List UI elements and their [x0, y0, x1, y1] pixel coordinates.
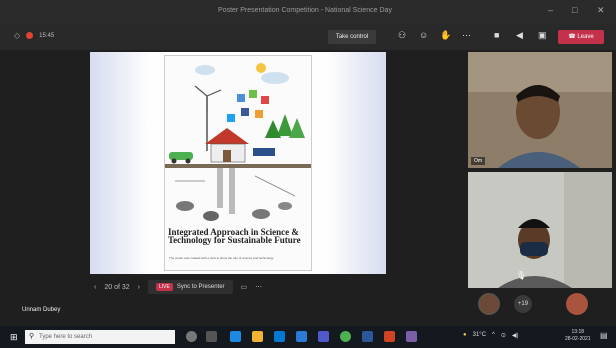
avatar[interactable] [478, 293, 500, 315]
share-screen-icon[interactable]: ▣ [538, 30, 547, 41]
chat-icon[interactable]: ☺ [419, 30, 428, 40]
app-icon[interactable] [406, 331, 417, 342]
leave-label: Leave [577, 34, 594, 40]
meeting-toolbar: ◇ 15:45 [0, 24, 616, 50]
more-options-icon[interactable]: ⋯ [255, 283, 262, 291]
camera-icon[interactable]: ■ [494, 30, 499, 40]
participant-1-name: Om [471, 157, 486, 165]
poster-title: Integrated Approach in Science & Technol… [168, 227, 301, 245]
title-bar: Poster Presentation Competition - Nation… [0, 0, 616, 24]
taskbar-clock[interactable]: 13:18 28-02-2021 [565, 329, 591, 343]
presenter-name: Unnam Dubey [22, 307, 61, 313]
participant-video-1[interactable]: Om [468, 52, 612, 168]
fullscreen-icon[interactable]: ▭ [241, 283, 248, 291]
search-icon: ⚲ [29, 333, 35, 340]
participant-avatars: +19 [476, 293, 616, 323]
sync-to-presenter-button[interactable]: LIVE Sync to Presenter [148, 280, 233, 294]
chrome-icon[interactable] [340, 331, 351, 342]
maximize-icon[interactable]: □ [572, 5, 577, 15]
volume-icon[interactable]: ◀) [512, 332, 519, 339]
previous-slide-icon[interactable]: ‹ [94, 284, 96, 291]
raise-hand-icon[interactable]: ✋ [440, 30, 451, 41]
participant-video-2[interactable]: 🎙 [468, 172, 612, 288]
clock-time: 13:18 [571, 329, 585, 335]
minimize-icon[interactable]: – [548, 5, 553, 15]
powerpoint-icon[interactable] [384, 331, 395, 342]
file-explorer-icon[interactable] [252, 331, 263, 342]
system-tray: ● 31°C ^ ⊙ ◀) [463, 332, 519, 339]
participants-icon[interactable]: ⚇ [398, 30, 406, 41]
slide-navigation: ‹ 20 of 32 › LIVE Sync to Presenter ▭ ⋯ [94, 280, 262, 294]
windows-start-icon[interactable]: ⊞ [10, 332, 18, 343]
poster-subtitle: The poster was created with a view to sh… [169, 256, 275, 260]
microphone-icon[interactable]: ◀ [516, 30, 523, 41]
slide-counter: 20 of 32 [104, 283, 130, 291]
store-icon[interactable] [274, 331, 285, 342]
task-view-icon[interactable] [206, 331, 217, 342]
avatar[interactable] [566, 293, 588, 315]
leave-button[interactable]: ☎ Leave [558, 30, 604, 44]
cortana-icon[interactable] [186, 331, 197, 342]
edge-icon[interactable] [230, 331, 241, 342]
take-control-button[interactable]: Take control [328, 30, 376, 44]
temperature: 31°C [472, 332, 487, 338]
chevron-up-icon[interactable]: ^ [492, 332, 495, 339]
network-icon[interactable]: ⊙ [501, 332, 506, 339]
meeting-timer: 15:45 [39, 32, 55, 39]
shield-icon: ◇ [14, 31, 21, 40]
taskbar-search-input[interactable]: ⚲ Type here to search [25, 330, 175, 344]
teams-icon[interactable] [318, 331, 329, 342]
clock-date: 28-02-2021 [565, 336, 591, 342]
sync-label: Sync to Presenter [176, 284, 225, 290]
recording-icon [26, 32, 34, 39]
word-icon[interactable] [362, 331, 373, 342]
participant-1-image [468, 52, 612, 168]
weather-icon: ● [463, 332, 467, 338]
more-actions-icon[interactable]: ⋯ [462, 30, 471, 41]
search-placeholder: Type here to search [39, 334, 93, 340]
poster-slide: Integrated Approach in Science & Technol… [164, 55, 312, 271]
close-icon[interactable]: ✕ [597, 5, 605, 16]
mail-icon[interactable] [296, 331, 307, 342]
more-participants-button[interactable]: +19 [514, 295, 532, 313]
notification-icon[interactable]: ▤ [600, 331, 608, 340]
window-title: Poster Presentation Competition - Nation… [218, 7, 392, 14]
next-slide-icon[interactable]: › [138, 284, 140, 291]
windows-taskbar: ⊞ ⚲ Type here to search ● 31°C ^ ⊙ ◀) 13… [0, 326, 616, 348]
muted-mic-icon: 🎙 [516, 271, 527, 280]
participant-2-image [468, 172, 612, 288]
live-badge: LIVE [156, 283, 173, 291]
